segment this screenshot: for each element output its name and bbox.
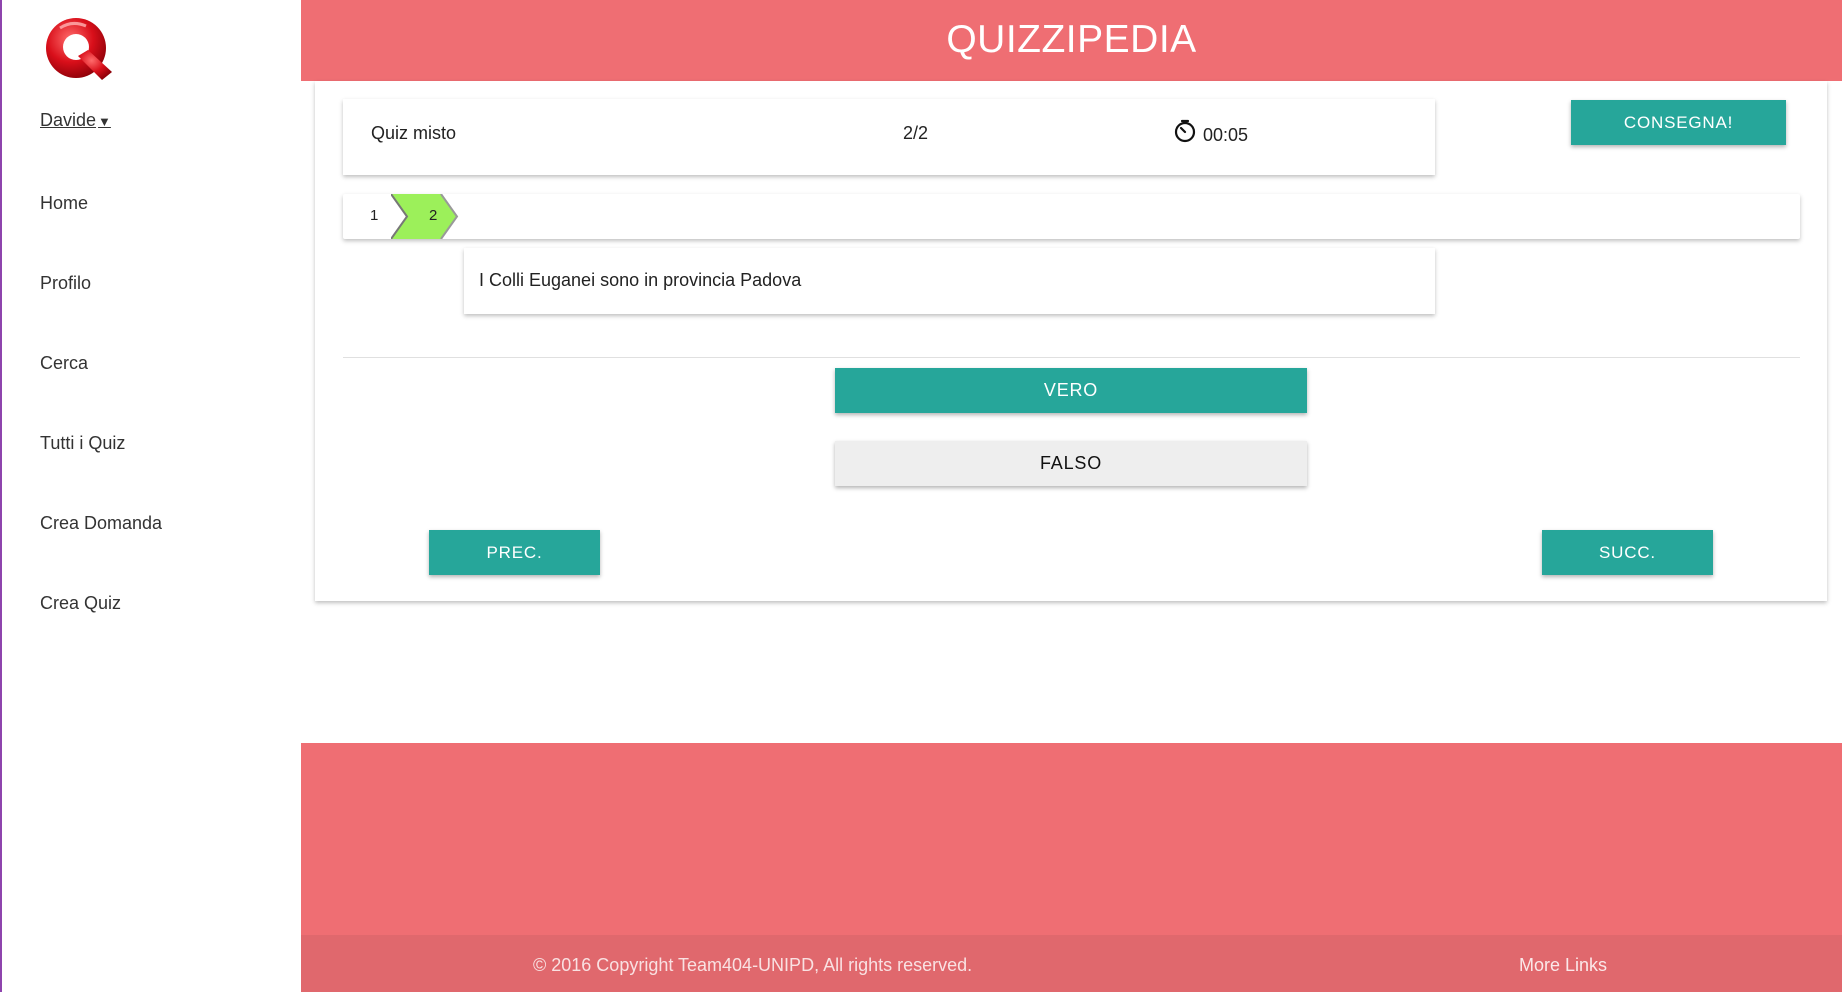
previous-button[interactable]: PREC. bbox=[429, 530, 600, 575]
page-title: QUIZZIPEDIA bbox=[946, 18, 1197, 61]
sidebar-item-crea-quiz[interactable]: Crea Quiz bbox=[40, 593, 121, 614]
caret-down-icon: ▼ bbox=[98, 114, 111, 129]
quiz-timer: 00:05 bbox=[1173, 119, 1249, 145]
sidebar: Davide ▼ Home Profilo Cerca Tutti i Quiz … bbox=[0, 0, 301, 992]
quiz-info-bar: Quiz misto 2/2 00:05 bbox=[343, 99, 1435, 175]
question-text: I Colli Euganei sono in provincia Padova bbox=[479, 270, 802, 290]
more-links-link[interactable]: More Links bbox=[1519, 955, 1607, 976]
user-menu[interactable]: Davide ▼ bbox=[40, 110, 111, 131]
timer-icon bbox=[1174, 119, 1196, 143]
sidebar-item-tutti-i-quiz[interactable]: Tutti i Quiz bbox=[40, 433, 125, 454]
sidebar-item-cerca[interactable]: Cerca bbox=[40, 353, 88, 374]
sidebar-item-profilo[interactable]: Profilo bbox=[40, 273, 91, 294]
question-box: I Colli Euganei sono in provincia Padova bbox=[464, 248, 1435, 314]
answer-true-button[interactable]: VERO bbox=[835, 368, 1307, 413]
divider bbox=[343, 357, 1800, 358]
quiz-name: Quiz misto bbox=[371, 123, 457, 143]
step-label: 1 bbox=[370, 207, 379, 224]
copyright-text: © 2016 Copyright Team404-UNIPD, All righ… bbox=[533, 955, 973, 975]
header: QUIZZIPEDIA bbox=[301, 0, 1842, 81]
sidebar-item-crea-domanda[interactable]: Crea Domanda bbox=[40, 513, 162, 534]
user-name: Davide bbox=[40, 110, 97, 130]
answer-false-button[interactable]: FALSO bbox=[835, 441, 1307, 486]
quiz-progress: 2/2 bbox=[903, 123, 929, 143]
step-2[interactable]: 2 bbox=[407, 194, 457, 239]
timer-value: 00:05 bbox=[1203, 124, 1249, 145]
footer-bottom-bar: © 2016 Copyright Team404-UNIPD, All righ… bbox=[301, 935, 1842, 992]
next-button[interactable]: SUCC. bbox=[1542, 530, 1713, 575]
submit-quiz-button[interactable]: CONSEGNA! bbox=[1571, 100, 1786, 145]
footer: © 2016 Copyright Team404-UNIPD, All righ… bbox=[301, 743, 1842, 992]
quizzipedia-logo[interactable] bbox=[38, 12, 118, 86]
step-label: 2 bbox=[429, 207, 438, 224]
sidebar-item-home[interactable]: Home bbox=[40, 193, 88, 214]
question-stepper: 1 2 bbox=[343, 194, 1800, 239]
